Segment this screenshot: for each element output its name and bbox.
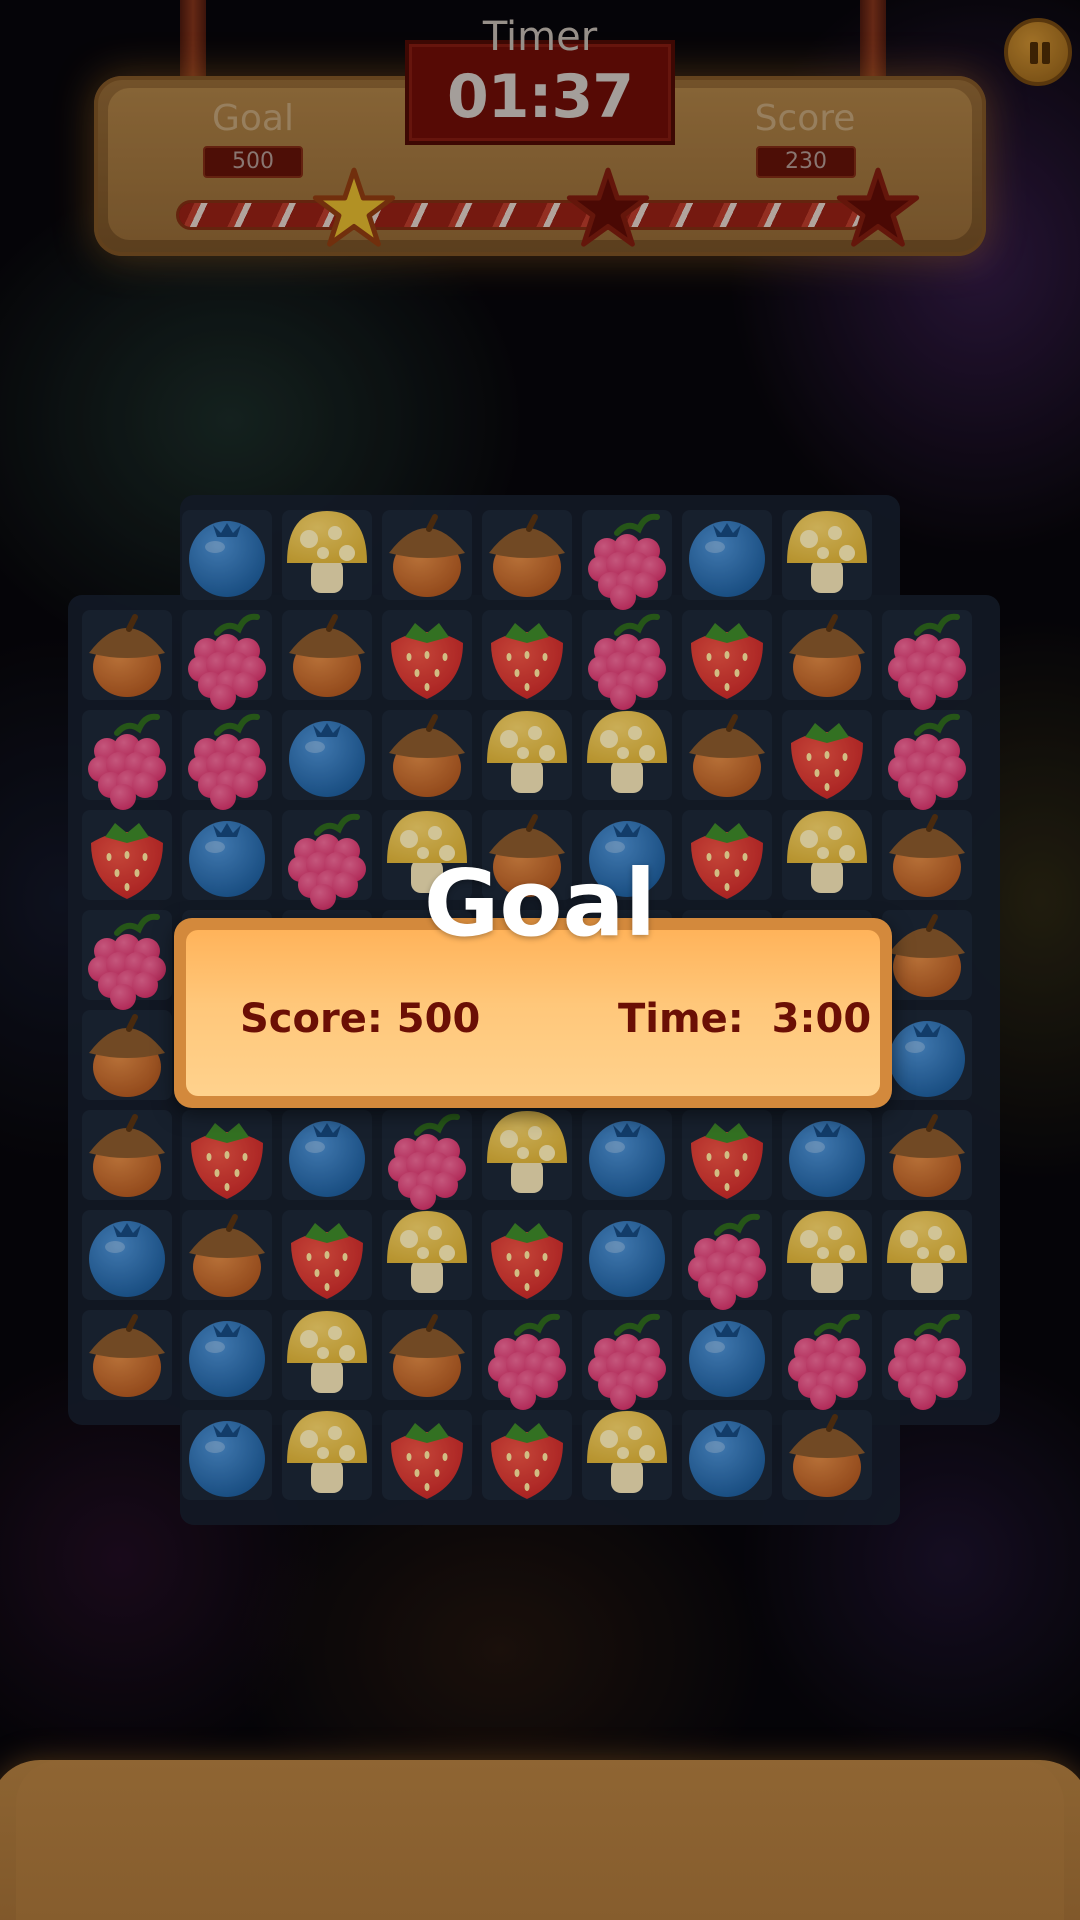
goal-dialog-title: Goal: [423, 850, 657, 957]
bottom-tray-inner: [16, 1760, 1064, 1920]
bottom-tray: [0, 1760, 1080, 1920]
goal-time-text: Time: 3:00: [618, 996, 872, 1042]
goal-score-text: Score: 500: [240, 996, 481, 1042]
